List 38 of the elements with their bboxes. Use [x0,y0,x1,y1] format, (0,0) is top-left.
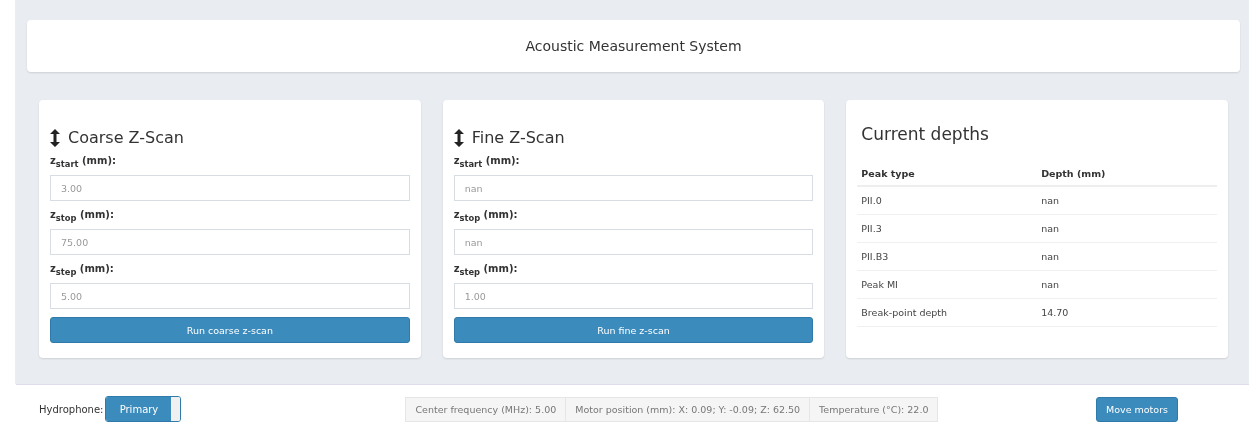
table-cell: nan [1037,270,1217,299]
column-header: Peak type [857,162,1038,186]
table-cell: PII.3 [857,214,1038,243]
move-motors-button[interactable]: Move motors [1096,396,1178,422]
field-label: z$_{stop}$ (mm): [453,209,519,223]
run-scan-button[interactable]: Run coarse z-scan [50,317,410,343]
status-item: Center frequency (MHz): 5.00 [406,397,567,421]
field-label: z$_{step}$ (mm): [50,263,115,277]
hydrophone-label: Hydrophone: [39,403,104,415]
table-cell: Peak MI [857,270,1038,299]
run-scan-button[interactable]: Run fine z-scan [453,317,814,343]
vertical-arrows-icon [50,128,60,147]
table-cell: nan [1037,214,1217,243]
field-label: z$_{stop}$ (mm): [50,209,115,223]
column-header: Depth (mm) [1037,162,1217,186]
table-cell: PII.0 [857,186,1038,215]
table-cell: nan [1037,242,1217,271]
app-title: Acoustic Measurement System [525,38,742,54]
input-field[interactable]: 75.00 [50,229,410,255]
panel-title: Current depths [861,124,989,144]
input-field[interactable]: 5.00 [50,283,410,309]
table-cell: Break-point depth [857,298,1038,327]
status-item: Motor position (mm): X: 0.09; Y: -0.09; Z: 62.50 [566,397,811,421]
input-field[interactable]: nan [453,175,814,201]
table-cell: PII.B3 [857,242,1038,271]
field-label: z$_{start}$ (mm): [453,155,521,169]
panel-title: Fine Z-Scan [471,128,565,147]
field-label: z$_{step}$ (mm): [453,263,519,277]
status-item: Temperature (°C): 22.0 [818,402,930,417]
vertical-arrows-icon [453,128,464,147]
panel-title: Coarse Z-Scan [68,128,184,147]
hydrophone-toggle[interactable]: Primary [105,396,182,422]
table-cell: nan [1037,186,1217,215]
input-field[interactable]: 3.00 [50,175,410,201]
input-field[interactable]: 1.00 [453,283,814,309]
table-cell: 14.70 [1037,298,1217,327]
field-label: z$_{start}$ (mm): [50,155,117,169]
input-field[interactable]: nan [453,229,814,255]
